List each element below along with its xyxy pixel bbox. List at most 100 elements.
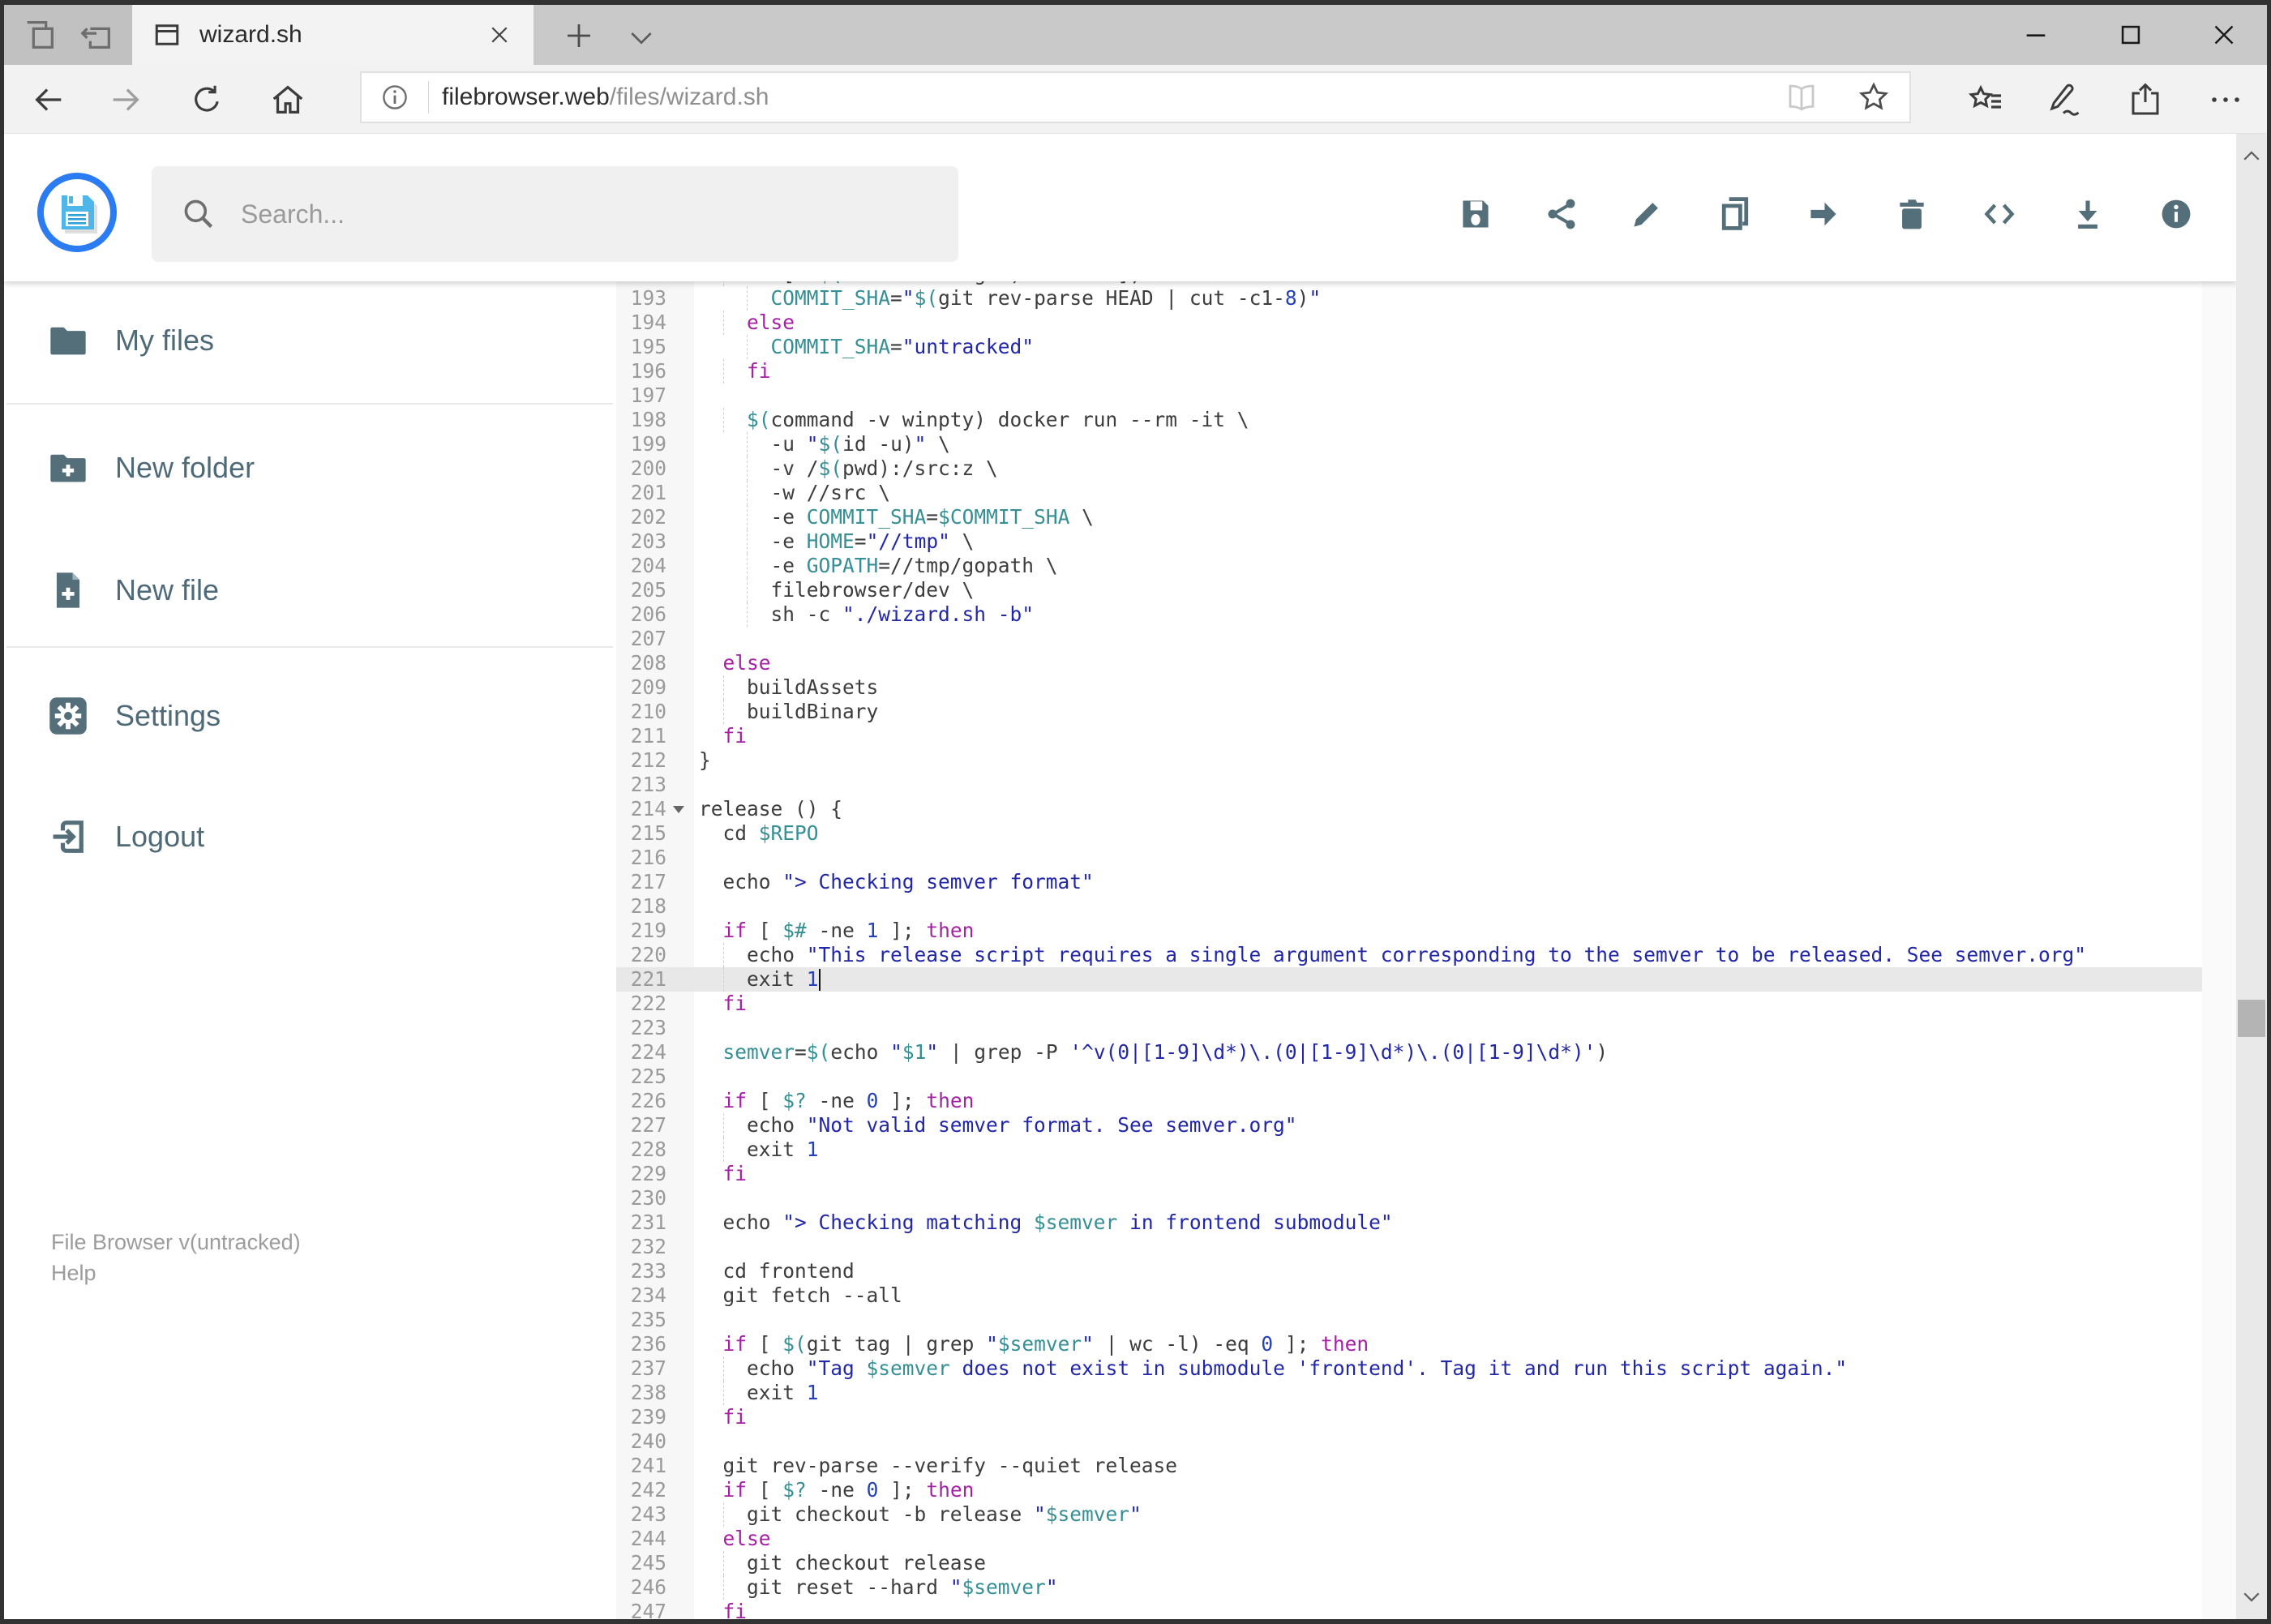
- sidebar-item-settings[interactable]: Settings: [4, 671, 604, 761]
- code-line[interactable]: filebrowser/dev \: [694, 578, 975, 602]
- edit-button[interactable]: [1623, 191, 1670, 238]
- code-line[interactable]: echo "> Checking matching $semver in fro…: [694, 1211, 1393, 1235]
- sidebar-item-new-folder[interactable]: New folder: [4, 423, 604, 512]
- code-line[interactable]: fi: [694, 1600, 748, 1619]
- fold-marker-icon[interactable]: [673, 806, 684, 813]
- code-line[interactable]: fi: [694, 1405, 748, 1429]
- tabs-aside-button[interactable]: [75, 14, 118, 56]
- code-line[interactable]: [694, 1235, 699, 1259]
- code-line[interactable]: echo "This release script requires a sin…: [694, 943, 2086, 967]
- code-line[interactable]: -e COMMIT_SHA=$COMMIT_SHA \: [694, 505, 1094, 529]
- code-line[interactable]: buildAssets: [694, 675, 878, 700]
- code-line[interactable]: semver=$(echo "$1" | grep -P '^v(0|[1-9]…: [694, 1040, 1609, 1065]
- code-line[interactable]: -v /$(pwd):/src:z \: [694, 456, 998, 481]
- browser-tab[interactable]: wizard.sh: [132, 5, 533, 65]
- code-line[interactable]: buildBinary: [694, 700, 878, 724]
- code-line[interactable]: cd frontend: [694, 1259, 855, 1283]
- code-line[interactable]: [694, 384, 699, 408]
- code-line[interactable]: [694, 1186, 699, 1211]
- move-button[interactable]: [1800, 191, 1847, 238]
- delete-button[interactable]: [1888, 191, 1935, 238]
- home-button[interactable]: [265, 78, 311, 122]
- code-line[interactable]: cd $REPO: [694, 821, 819, 846]
- code-line[interactable]: exit 1: [694, 1138, 819, 1162]
- sidebar-item-logout[interactable]: Logout: [4, 792, 604, 881]
- close-window-button[interactable]: [2196, 15, 2252, 55]
- code-line[interactable]: git reset --hard "$semver": [694, 1575, 1058, 1600]
- code-line[interactable]: git checkout -b release "$semver": [694, 1502, 1142, 1527]
- reading-view-icon[interactable]: [1785, 80, 1819, 114]
- save-button[interactable]: [1452, 191, 1499, 238]
- code-line[interactable]: -e HOME="//tmp" \: [694, 529, 975, 554]
- more-options-button[interactable]: [2200, 76, 2252, 123]
- scroll-down-button[interactable]: [2236, 1579, 2267, 1614]
- code-line[interactable]: [694, 846, 699, 870]
- code-line[interactable]: git fetch --all: [694, 1283, 902, 1308]
- code-line[interactable]: [694, 894, 699, 919]
- download-button[interactable]: [2064, 191, 2111, 238]
- info-icon[interactable]: [379, 82, 410, 113]
- new-tab-button[interactable]: [555, 16, 602, 55]
- code-line[interactable]: git checkout release: [694, 1551, 986, 1575]
- code-line[interactable]: [694, 1429, 699, 1454]
- tab-close-button[interactable]: [482, 17, 517, 53]
- code-line[interactable]: [694, 1065, 699, 1089]
- code-line[interactable]: fi: [694, 992, 748, 1016]
- code-line[interactable]: echo "Not valid semver format. See semve…: [694, 1113, 1297, 1138]
- code-line[interactable]: -e GOPATH=//tmp/gopath \: [694, 554, 1058, 578]
- code-line[interactable]: if [ $(git tag | grep "$semver" | wc -l)…: [694, 1332, 1369, 1356]
- code-line[interactable]: [694, 1308, 699, 1332]
- sidebar-item-my-files[interactable]: My files: [4, 296, 604, 385]
- code-line[interactable]: [694, 627, 699, 651]
- code-line[interactable]: fi: [694, 1162, 748, 1186]
- code-line[interactable]: if [ $? -ne 0 ]; then: [694, 1089, 975, 1113]
- code-line[interactable]: [694, 1016, 699, 1040]
- favorite-star-icon[interactable]: [1856, 79, 1892, 115]
- back-button[interactable]: [26, 78, 71, 122]
- info-button[interactable]: [2153, 191, 2200, 238]
- search-box[interactable]: [152, 166, 958, 262]
- code-line[interactable]: exit 1: [694, 1381, 819, 1405]
- hub-favorites-button[interactable]: [1960, 76, 2012, 123]
- address-input[interactable]: filebrowser.web/files/wizard.sh: [360, 71, 1911, 123]
- code-view-button[interactable]: [1976, 191, 2023, 238]
- forward-button[interactable]: [103, 78, 148, 122]
- code-line[interactable]: sh -c "./wizard.sh -b": [694, 602, 1035, 627]
- code-line[interactable]: fi: [694, 359, 771, 384]
- page-scrollbar[interactable]: [2236, 134, 2267, 1619]
- code-line[interactable]: if [ $? -ne 0 ]; then: [694, 1478, 975, 1502]
- code-line[interactable]: COMMIT_SHA="untracked": [694, 335, 1035, 359]
- sidebar-item-new-file[interactable]: New file: [4, 546, 604, 635]
- code-line[interactable]: -u "$(id -u)" \: [694, 432, 950, 456]
- share-file-button[interactable]: [1538, 191, 1585, 238]
- code-line[interactable]: exit 1: [694, 967, 819, 992]
- minimize-button[interactable]: [2007, 15, 2064, 55]
- code-line[interactable]: fi: [694, 724, 748, 748]
- scrollbar-thumb[interactable]: [2238, 1000, 2265, 1037]
- tab-preview-button[interactable]: [19, 14, 61, 56]
- code-line[interactable]: [694, 773, 699, 797]
- editor-scrollbar-track[interactable]: [2202, 281, 2236, 1619]
- refresh-button[interactable]: [184, 78, 229, 122]
- code-line[interactable]: echo "> Checking semver format": [694, 870, 1094, 894]
- maximize-button[interactable]: [2102, 15, 2159, 55]
- code-line[interactable]: }: [694, 748, 711, 773]
- code-line[interactable]: $(command -v winpty) docker run --rm -it…: [694, 408, 1249, 432]
- code-line[interactable]: else: [694, 651, 771, 675]
- code-line[interactable]: if [ $# -ne 1 ]; then: [694, 919, 975, 943]
- search-input[interactable]: [239, 198, 891, 230]
- share-button[interactable]: [2119, 76, 2171, 123]
- web-note-button[interactable]: [2038, 76, 2090, 123]
- code-line[interactable]: COMMIT_SHA="$(git rev-parse HEAD | cut -…: [694, 286, 1322, 311]
- code-line[interactable]: echo "Tag $semver does not exist in subm…: [694, 1356, 1847, 1381]
- code-line[interactable]: git rev-parse --verify --quiet release: [694, 1454, 1178, 1478]
- scroll-up-button[interactable]: [2236, 139, 2267, 174]
- code-line[interactable]: release () {: [694, 797, 842, 821]
- code-line[interactable]: -w //src \: [694, 481, 891, 505]
- code-line[interactable]: else: [694, 311, 795, 335]
- code-line[interactable]: else: [694, 1527, 771, 1551]
- help-link[interactable]: Help: [51, 1258, 301, 1288]
- copy-button[interactable]: [1712, 191, 1759, 238]
- tab-list-button[interactable]: [620, 19, 662, 55]
- code-area[interactable]: 192 if [ "$(command -v git)" != "" ]; th…: [616, 281, 2236, 1619]
